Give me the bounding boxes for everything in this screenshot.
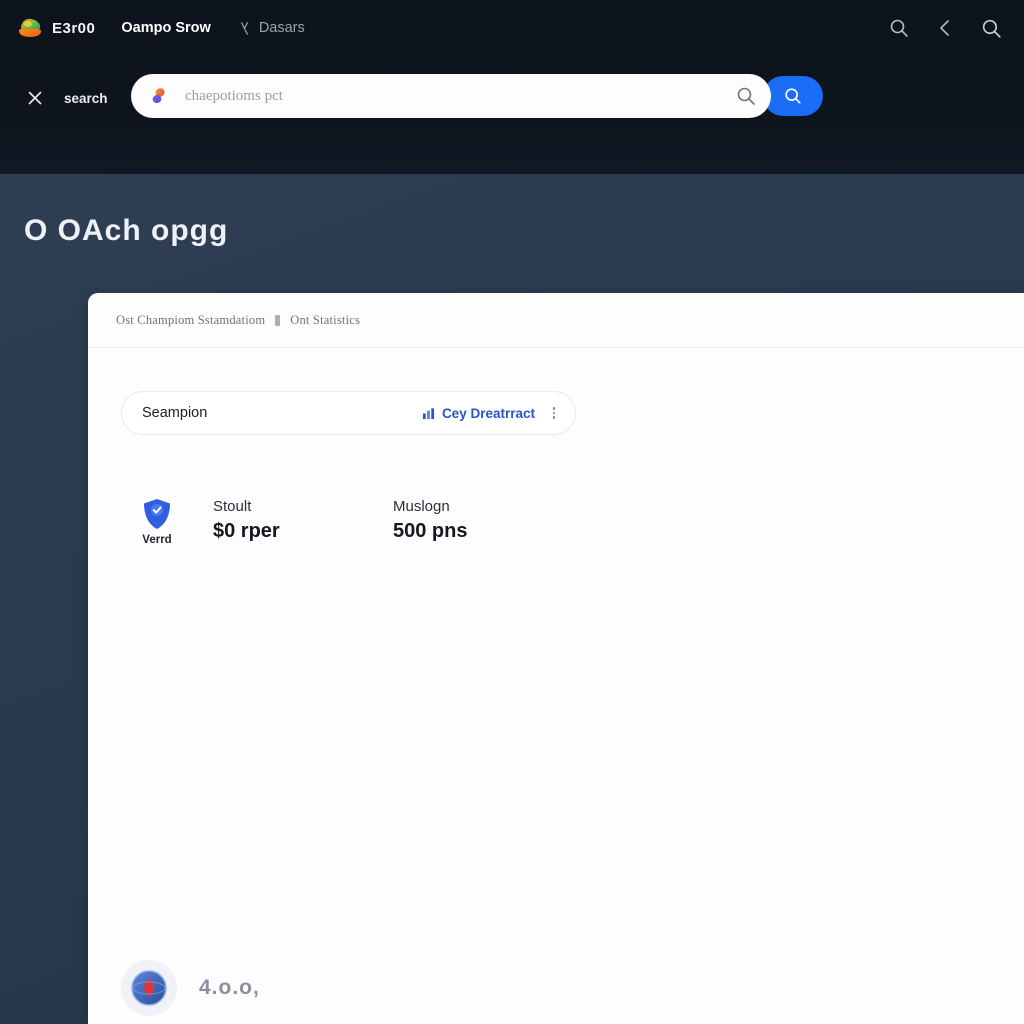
top-header: E3r00 Oampo Srow Dasars search chaepotio… bbox=[0, 0, 1024, 174]
close-search-button[interactable] bbox=[22, 85, 48, 111]
card-divider bbox=[88, 347, 1024, 348]
search-icon bbox=[982, 19, 1001, 38]
filter-label: Seampion bbox=[142, 405, 208, 421]
verified-badge-label: Verrd bbox=[142, 534, 172, 546]
breadcrumb-item-0[interactable]: Ost Champiom Sstamdatiom bbox=[116, 313, 265, 328]
close-icon bbox=[28, 91, 42, 105]
avatar[interactable] bbox=[121, 960, 177, 1016]
nav-item-label: Oampo Srow bbox=[121, 20, 211, 36]
page-title: O OAch opgg bbox=[24, 214, 229, 247]
stat-name: Muslogn bbox=[393, 498, 450, 515]
search-submit-button[interactable] bbox=[763, 76, 823, 116]
stat-value: 500 pns bbox=[393, 520, 468, 542]
circular-avatar-icon bbox=[131, 970, 167, 1006]
stat-value: $0 rper bbox=[213, 520, 280, 542]
brand[interactable]: E3r00 bbox=[16, 17, 95, 39]
footer-row: 4.o.o, bbox=[121, 960, 260, 1016]
colorful-droplet-icon bbox=[152, 88, 165, 104]
stats-row: Verrd Stoult $0 rper Muslogn 500 pns bbox=[121, 498, 553, 546]
verified-shield-icon bbox=[144, 499, 170, 529]
search-icon[interactable] bbox=[735, 85, 757, 107]
search-bar-row: search bbox=[0, 74, 1024, 122]
nav-items: Oampo Srow Dasars bbox=[121, 20, 304, 36]
stat-item-1: Muslogn 500 pns bbox=[393, 498, 553, 543]
primary-nav: E3r00 Oampo Srow Dasars bbox=[0, 0, 1024, 56]
breadcrumb: Ost Champiom Sstamdatiom Ont Statistics bbox=[88, 293, 1024, 347]
breadcrumb-separator-icon bbox=[275, 314, 281, 326]
search-field[interactable] bbox=[131, 74, 771, 118]
breadcrumb-item-1[interactable]: Ont Statistics bbox=[290, 313, 360, 328]
back-button[interactable] bbox=[932, 15, 958, 41]
footer-text: 4.o.o, bbox=[199, 976, 260, 999]
chevron-left-icon bbox=[940, 20, 949, 36]
more-vertical-icon[interactable] bbox=[547, 404, 561, 422]
chart-icon bbox=[422, 407, 435, 419]
header-actions bbox=[886, 0, 1016, 56]
content-card: Ost Champiom Sstamdatiom Ont Statistics … bbox=[88, 293, 1024, 1024]
header-search-button-left[interactable] bbox=[886, 15, 912, 41]
search-label: search bbox=[64, 90, 108, 106]
nav-item-label: Dasars bbox=[258, 20, 305, 36]
colorful-blob-logo-icon bbox=[19, 18, 41, 37]
header-search-button-right[interactable] bbox=[978, 15, 1004, 41]
nav-item-oampo-srow[interactable]: Oampo Srow bbox=[121, 20, 210, 36]
search-icon bbox=[785, 88, 801, 104]
search-field-wrap bbox=[131, 74, 823, 118]
search-icon bbox=[890, 19, 908, 37]
nav-item-dasars[interactable]: Dasars bbox=[237, 20, 305, 36]
stat-name: Stoult bbox=[213, 498, 252, 515]
verified-badge: Verrd bbox=[121, 498, 193, 546]
filter-action-label: Cey Dreatrract bbox=[441, 405, 535, 421]
brand-name: E3r00 bbox=[52, 19, 96, 37]
person-icon bbox=[240, 21, 248, 35]
filter-action-link[interactable]: Cey Dreatrract bbox=[422, 406, 535, 421]
search-input[interactable] bbox=[185, 87, 735, 105]
filter-pill[interactable]: Seampion Cey Dreatrract bbox=[121, 391, 576, 435]
stat-item-0: Stoult $0 rper bbox=[213, 498, 373, 543]
